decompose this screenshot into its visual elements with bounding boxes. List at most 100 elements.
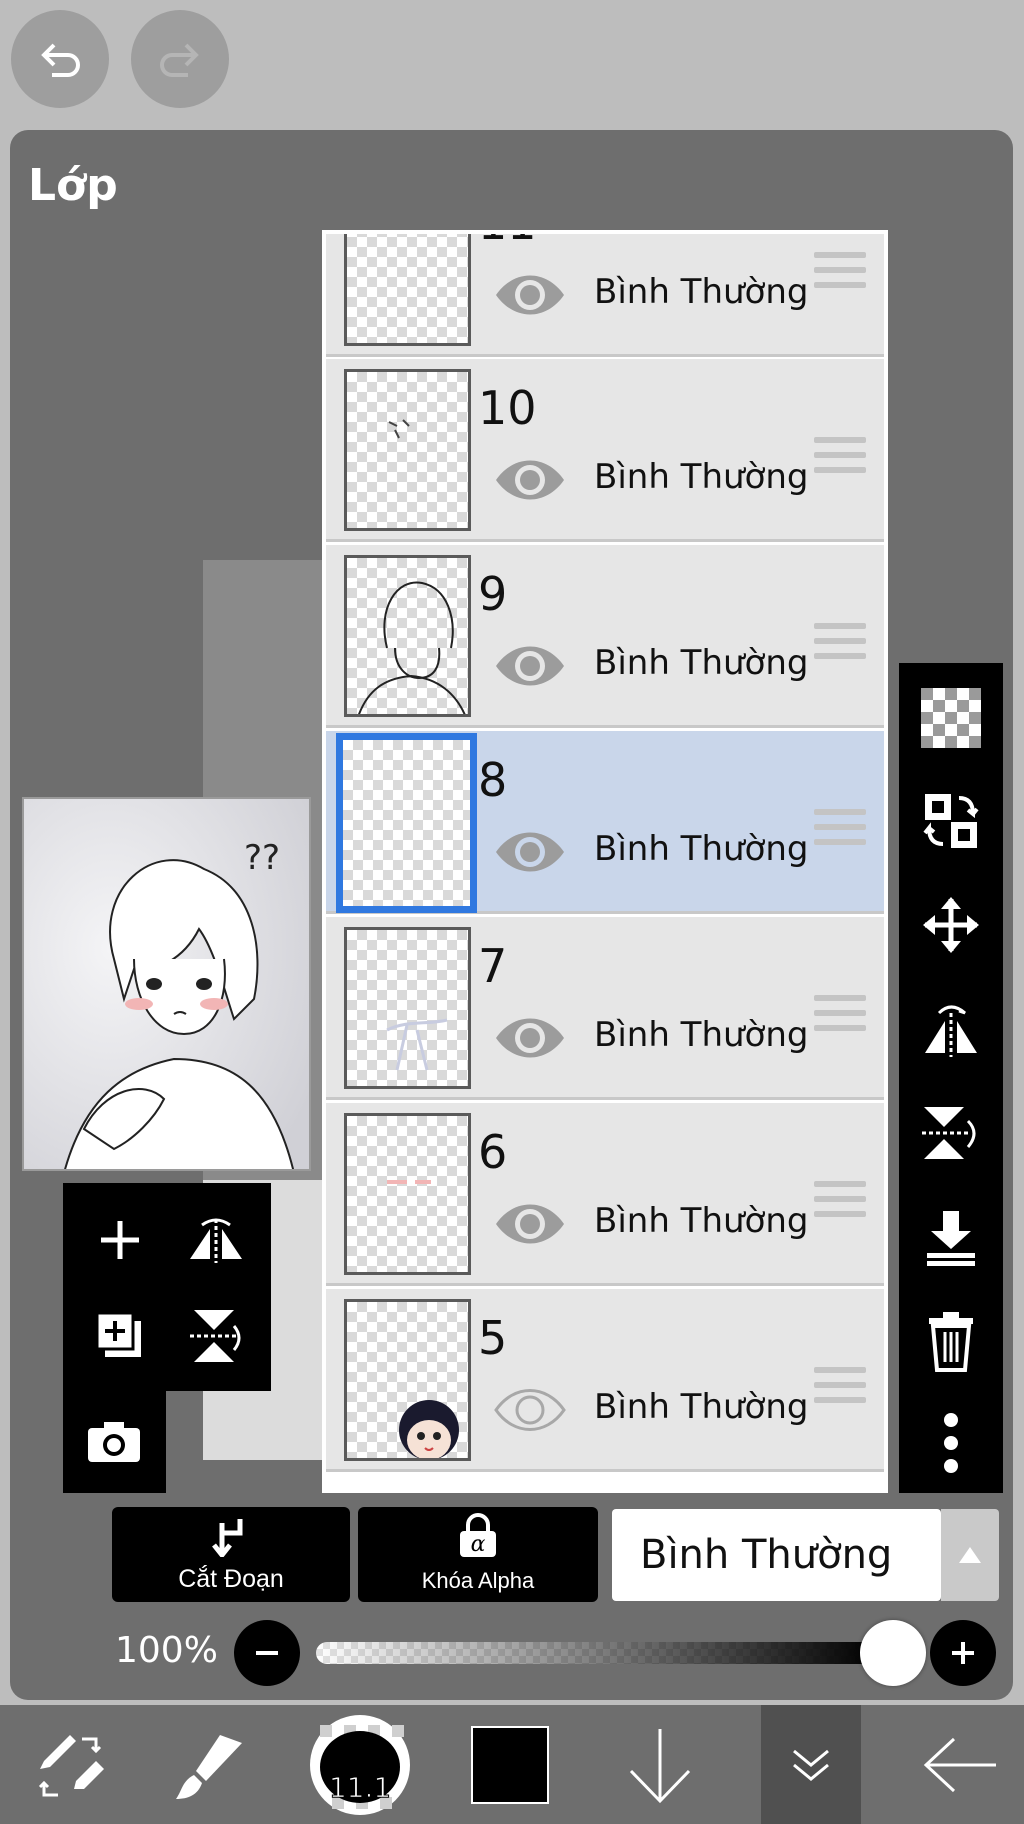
layer-blend-mode: Bình Thường (594, 457, 809, 497)
blend-mode-dropdown-button[interactable] (941, 1509, 999, 1601)
bottom-toolbar: 11.1 (0, 1705, 1024, 1824)
layer-thumbnail (344, 555, 471, 717)
minus-icon (256, 1651, 278, 1655)
drag-handle-icon[interactable] (814, 1181, 866, 1226)
color-button[interactable] (455, 1705, 565, 1824)
tool-switch-button[interactable] (10, 1705, 130, 1824)
layer-blend-mode: Bình Thường (594, 829, 809, 869)
merge-down-button[interactable] (899, 1187, 1003, 1287)
layers-button[interactable] (761, 1705, 861, 1824)
clipping-icon (212, 1519, 243, 1557)
flip-horizontal-icon (925, 1005, 977, 1057)
opacity-slider[interactable] (316, 1642, 876, 1664)
flip-horizontal-icon (190, 1218, 242, 1263)
eye-icon[interactable] (494, 1198, 566, 1255)
flip-vertical-icon (190, 1310, 241, 1362)
preview-drawing: ?? (24, 799, 309, 1169)
eye-icon[interactable] (494, 454, 566, 511)
layer-thumbnail (344, 234, 471, 346)
layer-thumbnail (336, 733, 477, 913)
move-button[interactable] (899, 875, 1003, 975)
swap-icon (923, 794, 979, 848)
eye-icon[interactable] (494, 269, 566, 326)
more-options-button[interactable] (899, 1393, 1003, 1493)
layer-thumbnail (344, 927, 471, 1089)
flip-vertical-icon (922, 1107, 976, 1159)
delete-layer-button[interactable] (899, 1291, 1003, 1391)
drag-handle-icon[interactable] (814, 995, 866, 1040)
flip-horizontal-right-button[interactable] (899, 979, 1003, 1079)
camera-button[interactable] (69, 1396, 159, 1486)
layer-thumbnail (344, 1299, 471, 1461)
blend-mode-select[interactable]: Bình Thường (612, 1509, 941, 1601)
panel-title: Lớp (28, 160, 118, 211)
flip-vertical-button[interactable] (171, 1291, 261, 1381)
drag-handle-icon[interactable] (814, 809, 866, 854)
duplicate-layer-button[interactable] (75, 1291, 165, 1381)
more-vertical-icon (944, 1413, 958, 1473)
merge-down-icon (927, 1211, 975, 1266)
drag-handle-icon[interactable] (814, 1367, 866, 1412)
undo-button[interactable] (11, 10, 109, 108)
layer-row[interactable]: 10 Bình Thường (326, 359, 884, 542)
alpha-lock-button[interactable]: α Khóa Alpha (358, 1507, 598, 1602)
layer-row[interactable]: 6 Bình Thường (326, 1103, 884, 1286)
opacity-decrease-button[interactable] (234, 1620, 300, 1686)
left-tools (63, 1183, 271, 1391)
redo-button[interactable] (131, 10, 229, 108)
alpha-lock-label: Khóa Alpha (421, 1568, 535, 1593)
drag-handle-icon[interactable] (814, 252, 866, 297)
preview-annotation: ?? (244, 838, 280, 878)
clipping-button[interactable]: Cắt Đoạn (112, 1507, 350, 1602)
plus-icon (952, 1642, 974, 1664)
layer-list[interactable]: 11 Bình Thường 10 Bình Thường 9 Bình Thư… (322, 230, 888, 1493)
transparency-button[interactable] (899, 668, 1003, 768)
layer-thumbnail (344, 369, 471, 531)
layer-row[interactable]: 7 Bình Thường (326, 917, 884, 1100)
clipping-label: Cắt Đoạn (178, 1565, 284, 1593)
layer-blend-mode: Bình Thường (594, 643, 809, 683)
layer-row[interactable]: 11 Bình Thường (326, 234, 884, 357)
layer-number: 9 (478, 567, 508, 621)
layer-number: 6 (478, 1125, 508, 1179)
left-tools-camera (63, 1390, 166, 1493)
arrow-down-icon (629, 1728, 691, 1803)
layer-number: 10 (478, 381, 537, 435)
drag-handle-icon[interactable] (814, 437, 866, 482)
brush-button[interactable] (150, 1705, 270, 1824)
layer-number: 5 (478, 1311, 508, 1365)
opacity-increase-button[interactable] (930, 1620, 996, 1686)
redo-icon (160, 43, 199, 77)
flip-vertical-right-button[interactable] (899, 1083, 1003, 1183)
brush-size-button[interactable]: 11.1 (300, 1705, 420, 1824)
add-layer-button[interactable] (75, 1195, 165, 1285)
layer-row-selected[interactable]: 8 Bình Thường (326, 731, 884, 914)
layer-number: 7 (478, 939, 508, 993)
drag-handle-icon[interactable] (814, 623, 866, 668)
layer-number: 8 (478, 753, 508, 807)
eye-icon[interactable] (494, 640, 566, 697)
brush-size-icon: 11.1 (310, 1714, 410, 1815)
opacity-slider-knob[interactable] (860, 1620, 926, 1686)
arrow-left-icon (923, 1737, 996, 1792)
right-tools (899, 663, 1003, 1493)
layer-number: 11 (478, 234, 537, 250)
pen-eraser-switch-icon (38, 1734, 104, 1796)
eye-icon[interactable] (494, 1012, 566, 1069)
undo-icon (41, 43, 80, 77)
flip-horizontal-button[interactable] (171, 1195, 261, 1285)
double-chevron-down-icon (793, 1749, 829, 1781)
layer-down-button[interactable] (600, 1705, 720, 1824)
swap-layers-button[interactable] (899, 771, 1003, 871)
brush-size-value: 11.1 (329, 1771, 391, 1804)
eye-hidden-icon[interactable] (494, 1384, 566, 1441)
checkerboard-icon (921, 688, 981, 748)
opacity-value: 100% (115, 1630, 218, 1671)
plus-icon (101, 1221, 139, 1259)
canvas-preview[interactable]: ?? (22, 797, 311, 1171)
back-button[interactable] (900, 1705, 1020, 1824)
move-icon (923, 897, 979, 953)
layer-row[interactable]: 5 Bình Thường (326, 1289, 884, 1472)
layer-row[interactable]: 9 Bình Thường (326, 545, 884, 728)
eye-icon[interactable] (494, 826, 566, 883)
